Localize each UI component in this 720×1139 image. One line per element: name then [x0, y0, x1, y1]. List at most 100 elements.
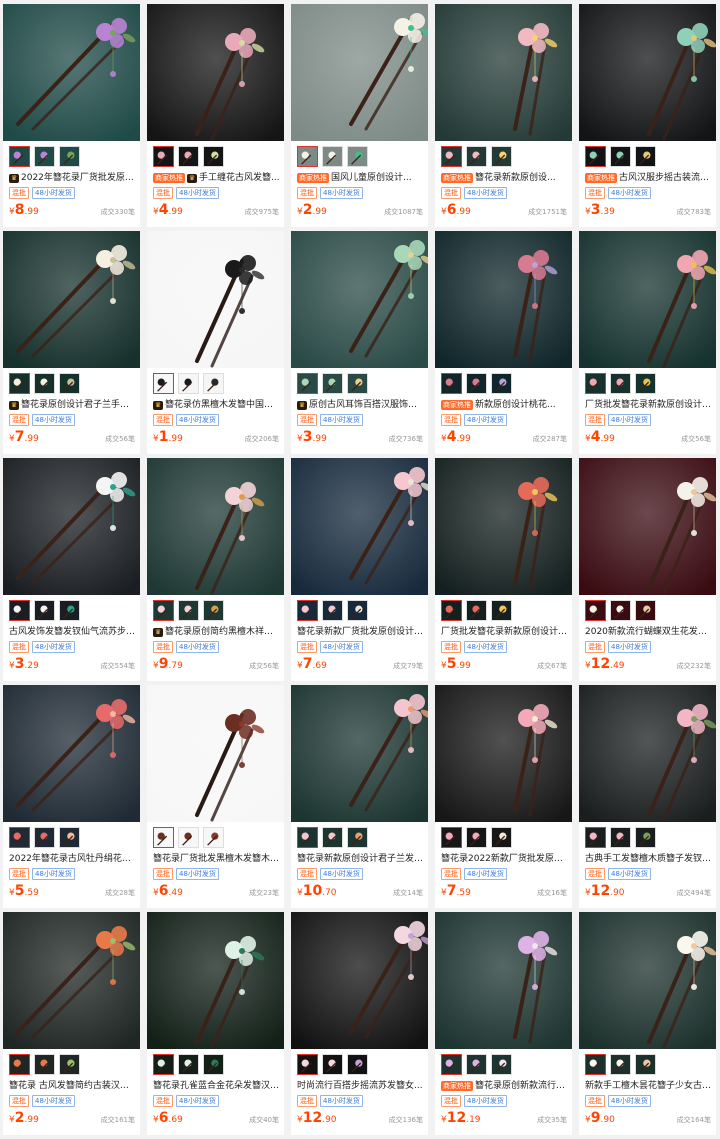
product-title-row[interactable]: 簪花录 古风发簪简约古装汉服... — [3, 1078, 140, 1092]
variant-swatch[interactable] — [585, 600, 606, 621]
variant-swatch[interactable] — [203, 373, 224, 394]
product-card[interactable]: 时尚流行百搭步摇流苏发簪女... 混批 48小时发货 ¥ 12 .90 成交13… — [291, 912, 428, 1135]
product-image[interactable] — [579, 685, 716, 822]
variant-swatch[interactable] — [34, 146, 55, 167]
variant-swatch[interactable] — [9, 1054, 30, 1075]
variant-swatch[interactable] — [466, 827, 487, 848]
variant-swatch[interactable] — [610, 600, 631, 621]
variant-swatch[interactable] — [635, 827, 656, 848]
variant-swatch[interactable] — [9, 600, 30, 621]
product-image[interactable] — [435, 912, 572, 1049]
product-title[interactable]: 簪花录新款原创设计君子兰发簪... — [297, 853, 424, 865]
product-card[interactable]: 古典手工发簪檀木质簪子发钗古装... 混批 48小时发货 ¥ 12 .90 成交… — [579, 685, 716, 908]
variant-swatch[interactable] — [297, 373, 318, 394]
product-image[interactable] — [3, 912, 140, 1049]
variant-swatch[interactable] — [203, 827, 224, 848]
variant-swatch[interactable] — [635, 373, 656, 394]
product-title-row[interactable]: 商家热推 新款原创设计桃花... — [435, 397, 572, 411]
variant-swatch[interactable] — [322, 373, 343, 394]
product-image[interactable] — [579, 4, 716, 141]
variant-swatch[interactable] — [610, 146, 631, 167]
product-image[interactable] — [147, 912, 284, 1049]
variant-swatch[interactable] — [9, 373, 30, 394]
product-title-row[interactable]: 厂货批发簪花录新款原创设计发... — [579, 397, 716, 411]
product-title-row[interactable]: 古典手工发簪檀木质簪子发钗古装... — [579, 851, 716, 865]
product-card[interactable]: 厂货批发簪花录新款原创设计铃... 混批 48小时发货 ¥ 5 .99 成交67… — [435, 458, 572, 681]
product-card[interactable]: 簪花录2022新款厂货批发原创... 混批 48小时发货 ¥ 7 .59 成交1… — [435, 685, 572, 908]
variant-swatch[interactable] — [59, 600, 80, 621]
product-image[interactable] — [147, 231, 284, 368]
product-card[interactable]: ♛ 簪花录原创简约黑檀木祥云... 混批 48小时发货 ¥ 9 .79 成交56笔 — [147, 458, 284, 681]
product-title[interactable]: 古风发饰发簪发钗仙气流苏步摇... — [9, 626, 136, 638]
variant-swatch[interactable] — [491, 146, 512, 167]
variant-swatch[interactable] — [297, 1054, 318, 1075]
product-title-row[interactable]: 2020新款流行蝴蝶双生花发簪... — [579, 624, 716, 638]
product-title-row[interactable]: 厂货批发簪花录新款原创设计铃... — [435, 624, 572, 638]
product-card[interactable]: 簪花录孔雀蓝合金花朵发簪汉服... 混批 48小时发货 ¥ 6 .69 成交40… — [147, 912, 284, 1135]
product-title-row[interactable]: 簪花录孔雀蓝合金花朵发簪汉服... — [147, 1078, 284, 1092]
variant-swatch[interactable] — [347, 373, 368, 394]
product-image[interactable] — [291, 685, 428, 822]
product-title-row[interactable]: 簪花录厂货批发黑檀木发簪木簪... — [147, 851, 284, 865]
variant-swatch[interactable] — [153, 827, 174, 848]
variant-swatch[interactable] — [491, 600, 512, 621]
product-title[interactable]: 新款原创设计桃花... — [475, 399, 556, 411]
variant-swatch[interactable] — [441, 827, 462, 848]
variant-swatch[interactable] — [59, 827, 80, 848]
product-image[interactable] — [147, 458, 284, 595]
variant-swatch[interactable] — [441, 373, 462, 394]
product-title-row[interactable]: 新款手工檀木昙花簪子少女古风... — [579, 1078, 716, 1092]
variant-swatch[interactable] — [635, 600, 656, 621]
product-image[interactable] — [147, 685, 284, 822]
product-image[interactable] — [3, 458, 140, 595]
product-title-row[interactable]: 商家热推 簪花录原创新款流行桃... — [435, 1078, 572, 1092]
product-image[interactable] — [579, 231, 716, 368]
product-card[interactable]: 商家热推 新款原创设计桃花... 混批 48小时发货 ¥ 4 .99 成交287笔 — [435, 231, 572, 454]
product-card[interactable]: 商家热推 ♛ 手工缠花古风发簪... 混批 48小时发货 ¥ 4 .99 成交975… — [147, 4, 284, 227]
product-title-row[interactable]: 商家热推 ♛ 手工缠花古风发簪... — [147, 170, 284, 184]
product-card[interactable]: 簪花录新款原创设计君子兰发簪... 混批 48小时发货 ¥ 10 .70 成交1… — [291, 685, 428, 908]
product-title-row[interactable]: ♛ 簪花录仿黑檀木发簪中国风... — [147, 397, 284, 411]
variant-swatch[interactable] — [153, 600, 174, 621]
product-image[interactable] — [291, 231, 428, 368]
product-title[interactable]: 国风儿童原创设计... — [331, 172, 412, 184]
product-title[interactable]: 2022年簪花录古风牡丹绢花汉... — [9, 853, 136, 865]
variant-swatch[interactable] — [59, 146, 80, 167]
product-card[interactable]: 簪花录新款厂货批发原创设计发... 混批 48小时发货 ¥ 7 .69 成交79… — [291, 458, 428, 681]
product-card[interactable]: 2020新款流行蝴蝶双生花发簪... 混批 48小时发货 ¥ 12 .49 成交… — [579, 458, 716, 681]
variant-swatch[interactable] — [178, 373, 199, 394]
product-title[interactable]: 簪花录原创简约黑檀木祥云... — [165, 626, 280, 638]
variant-swatch[interactable] — [203, 600, 224, 621]
variant-swatch[interactable] — [297, 146, 318, 167]
variant-swatch[interactable] — [9, 827, 30, 848]
product-card[interactable]: 商家热推 国风儿童原创设计... 混批 48小时发货 ¥ 2 .99 成交1087… — [291, 4, 428, 227]
product-title[interactable]: 厂货批发簪花录新款原创设计铃... — [441, 626, 568, 638]
product-title-row[interactable]: 商家热推 国风儿童原创设计... — [291, 170, 428, 184]
product-image[interactable] — [291, 4, 428, 141]
product-title-row[interactable]: 2022年簪花录古风牡丹绢花汉... — [3, 851, 140, 865]
product-image[interactable] — [291, 912, 428, 1049]
product-title[interactable]: 新款手工檀木昙花簪子少女古风... — [585, 1080, 712, 1092]
variant-swatch[interactable] — [322, 827, 343, 848]
variant-swatch[interactable] — [153, 146, 174, 167]
product-card[interactable]: ♛ 簪花录原创设计君子兰手工... 混批 48小时发货 ¥ 7 .99 成交56笔 — [3, 231, 140, 454]
variant-swatch[interactable] — [441, 600, 462, 621]
product-card[interactable]: ♛ 2022年簪花录厂货批发原创... 混批 48小时发货 ¥ 8 .99 成交3… — [3, 4, 140, 227]
product-title[interactable]: 簪花录孔雀蓝合金花朵发簪汉服... — [153, 1080, 280, 1092]
product-image[interactable] — [435, 685, 572, 822]
product-card[interactable]: 2022年簪花录古风牡丹绢花汉... 混批 48小时发货 ¥ 5 .59 成交2… — [3, 685, 140, 908]
product-card[interactable]: 簪花录 古风发簪简约古装汉服... 混批 48小时发货 ¥ 2 .99 成交16… — [3, 912, 140, 1135]
product-title[interactable]: 簪花录新款厂货批发原创设计发... — [297, 626, 424, 638]
variant-swatch[interactable] — [441, 1054, 462, 1075]
variant-swatch[interactable] — [347, 600, 368, 621]
variant-swatch[interactable] — [610, 827, 631, 848]
product-image[interactable] — [579, 458, 716, 595]
variant-swatch[interactable] — [34, 1054, 55, 1075]
product-title[interactable]: 簪花录2022新款厂货批发原创... — [441, 853, 568, 865]
variant-swatch[interactable] — [34, 600, 55, 621]
product-image[interactable] — [435, 458, 572, 595]
product-title[interactable]: 簪花录仿黑檀木发簪中国风... — [165, 399, 280, 411]
variant-swatch[interactable] — [59, 1054, 80, 1075]
variant-swatch[interactable] — [635, 146, 656, 167]
product-title-row[interactable]: 古风发饰发簪发钗仙气流苏步摇... — [3, 624, 140, 638]
